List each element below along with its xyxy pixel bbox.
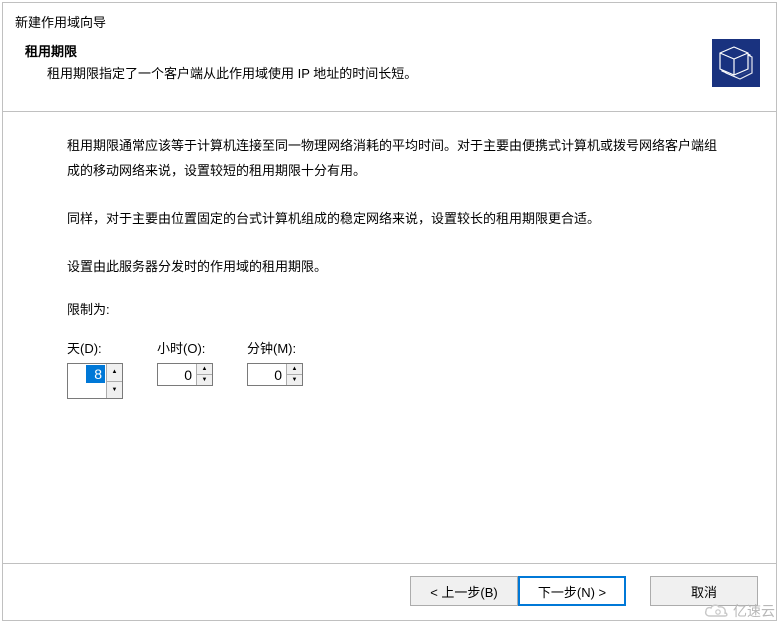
minutes-spin-buttons: ▲ ▼ bbox=[286, 364, 302, 385]
hours-spin-buttons: ▲ ▼ bbox=[196, 364, 212, 385]
page-subtitle: 租用期限指定了一个客户端从此作用域使用 IP 地址的时间长短。 bbox=[47, 64, 712, 84]
minutes-spinner[interactable]: ▲ ▼ bbox=[247, 363, 303, 386]
cancel-button[interactable]: 取消 bbox=[650, 576, 758, 606]
days-label: 天(D): bbox=[67, 338, 123, 357]
days-group: 天(D): 8 ▲ ▼ bbox=[67, 338, 123, 399]
minutes-down-button[interactable]: ▼ bbox=[287, 375, 302, 385]
back-button[interactable]: < 上一步(B) bbox=[410, 576, 518, 606]
minutes-input[interactable] bbox=[248, 364, 286, 385]
page-title: 租用期限 bbox=[25, 41, 712, 60]
days-input[interactable]: 8 bbox=[86, 365, 105, 383]
hours-spinner[interactable]: ▲ ▼ bbox=[157, 363, 213, 386]
scope-icon bbox=[712, 39, 760, 87]
header-text: 租用期限 租用期限指定了一个客户端从此作用域使用 IP 地址的时间长短。 bbox=[25, 41, 712, 84]
description-para-1: 租用期限通常应该等于计算机连接至同一物理网络消耗的平均时间。对于主要由便携式计算… bbox=[67, 134, 718, 183]
content-section: 租用期限通常应该等于计算机连接至同一物理网络消耗的平均时间。对于主要由便携式计算… bbox=[3, 111, 776, 564]
wizard-window: 新建作用域向导 租用期限 租用期限指定了一个客户端从此作用域使用 IP 地址的时… bbox=[2, 2, 777, 621]
hours-input[interactable] bbox=[158, 364, 196, 385]
set-scope-label: 设置由此服务器分发时的作用域的租用期限。 bbox=[67, 256, 718, 275]
window-title: 新建作用域向导 bbox=[3, 3, 776, 37]
days-down-button[interactable]: ▼ bbox=[107, 382, 122, 399]
hours-up-button[interactable]: ▲ bbox=[197, 364, 212, 375]
hours-label: 小时(O): bbox=[157, 338, 213, 357]
next-button[interactable]: 下一步(N) > bbox=[518, 576, 626, 606]
days-up-button[interactable]: ▲ bbox=[107, 364, 122, 382]
minutes-group: 分钟(M): ▲ ▼ bbox=[247, 338, 303, 399]
hours-group: 小时(O): ▲ ▼ bbox=[157, 338, 213, 399]
minutes-label: 分钟(M): bbox=[247, 338, 303, 357]
days-spinner[interactable]: 8 ▲ ▼ bbox=[67, 363, 123, 399]
minutes-up-button[interactable]: ▲ bbox=[287, 364, 302, 375]
hours-down-button[interactable]: ▼ bbox=[197, 375, 212, 385]
description-para-2: 同样，对于主要由位置固定的台式计算机组成的稳定网络来说，设置较长的租用期限更合适… bbox=[67, 207, 718, 232]
footer-section: < 上一步(B) 下一步(N) > 取消 bbox=[3, 564, 776, 620]
days-spin-buttons: ▲ ▼ bbox=[106, 364, 122, 398]
header-section: 租用期限 租用期限指定了一个客户端从此作用域使用 IP 地址的时间长短。 bbox=[3, 37, 776, 111]
duration-inputs-row: 天(D): 8 ▲ ▼ 小时(O): ▲ ▼ bbox=[67, 338, 718, 399]
limit-label: 限制为: bbox=[67, 299, 718, 318]
